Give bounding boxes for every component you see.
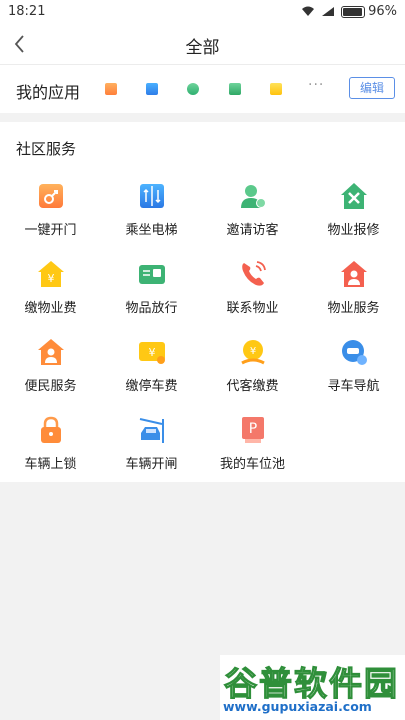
car-navigation-icon: [342, 340, 367, 365]
service-item-repair[interactable]: 物业报修: [303, 182, 404, 252]
service-label: 寻车导航: [327, 379, 380, 394]
service-label: 物品放行: [125, 301, 178, 316]
service-item-property-fee[interactable]: ¥ 缴物业费: [0, 260, 101, 330]
car-gate-icon: [139, 418, 164, 443]
my-apps-bar: 我的应用 ··· 编辑: [0, 64, 405, 113]
elevator-icon: [140, 184, 164, 208]
property-service-icon: [341, 261, 367, 287]
service-item-property-service[interactable]: 物业服务: [303, 260, 404, 330]
repair-house-icon: [341, 183, 367, 209]
wifi-icon: [302, 6, 315, 16]
top-nav-bar: 全部: [0, 24, 405, 64]
service-item-proxy-pay[interactable]: ¥ 代客缴费: [202, 338, 303, 408]
service-item-contact-property[interactable]: 联系物业: [202, 260, 303, 330]
service-item-car-lock[interactable]: 车辆上锁: [0, 416, 101, 486]
property-fee-icon: ¥: [38, 261, 64, 287]
service-label: 缴物业费: [24, 301, 77, 316]
battery-percent: 96%: [368, 4, 397, 19]
service-item-invite-visitor[interactable]: 邀请访客: [202, 182, 303, 252]
service-item-key-door[interactable]: 一键开门: [0, 182, 101, 252]
status-time: 18:21: [8, 4, 46, 19]
service-label: 邀请访客: [226, 223, 279, 238]
mini-visitor-icon[interactable]: [187, 83, 199, 95]
service-label: 物业报修: [327, 223, 380, 238]
proxy-pay-icon: ¥: [241, 340, 265, 365]
watermark-logo: 谷普软件园 www.gupuxiazai.com: [220, 655, 405, 720]
svg-text:¥: ¥: [48, 272, 55, 285]
status-bar: 18:21 96%: [0, 0, 405, 24]
service-label: 车辆开闸: [125, 457, 178, 472]
convenience-icon: [38, 339, 64, 365]
my-apps-label: 我的应用: [16, 83, 81, 102]
service-label: 便民服务: [24, 379, 77, 394]
watermark-url: www.gupuxiazai.com: [223, 699, 372, 714]
mini-door-icon[interactable]: [105, 83, 117, 95]
service-label: 联系物业: [226, 301, 279, 316]
svg-text:P: P: [249, 421, 257, 437]
service-item-elevator[interactable]: 乘坐电梯: [101, 182, 202, 252]
service-item-car-navigation[interactable]: 寻车导航: [303, 338, 404, 408]
service-label: 代客缴费: [226, 379, 279, 394]
svg-text:¥: ¥: [250, 346, 256, 357]
more-apps-icon[interactable]: ···: [308, 77, 324, 93]
mini-repair-icon[interactable]: [229, 83, 241, 95]
goods-release-icon: [139, 265, 165, 284]
service-item-car-gate[interactable]: 车辆开闸: [101, 416, 202, 486]
service-label: 乘坐电梯: [125, 223, 178, 238]
parking-space-icon: P: [242, 417, 264, 443]
car-lock-icon: [41, 416, 61, 443]
service-label: 物业服务: [327, 301, 380, 316]
key-door-icon: [39, 184, 63, 208]
mini-elevator-icon[interactable]: [146, 83, 158, 95]
mini-fee-icon[interactable]: [270, 83, 282, 95]
service-label: 一键开门: [24, 223, 77, 238]
battery-icon: [341, 5, 366, 18]
service-label: 车辆上锁: [24, 457, 77, 472]
community-services-panel: 社区服务 一键开门 乘坐电梯 邀请访客 物业报修 ¥ 缴物业费 物品放行 联系物…: [0, 122, 405, 482]
service-item-goods-release[interactable]: 物品放行: [101, 260, 202, 330]
service-item-parking-fee[interactable]: ¥ 缴停车费: [101, 338, 202, 408]
edit-button[interactable]: 编辑: [349, 77, 395, 99]
service-label: 我的车位池: [219, 457, 285, 472]
service-label: 缴停车费: [125, 379, 178, 394]
parking-fee-icon: ¥: [139, 342, 165, 364]
svg-text:¥: ¥: [149, 346, 156, 359]
section-title: 社区服务: [16, 140, 77, 158]
service-item-parking-space[interactable]: P 我的车位池: [202, 416, 303, 486]
watermark-title: 谷普软件园: [223, 663, 399, 703]
signal-icon: [322, 7, 335, 16]
service-item-convenience[interactable]: 便民服务: [0, 338, 101, 408]
invite-visitor-icon: [241, 185, 266, 208]
page-title: 全部: [185, 38, 220, 58]
phone-icon: [242, 261, 266, 286]
